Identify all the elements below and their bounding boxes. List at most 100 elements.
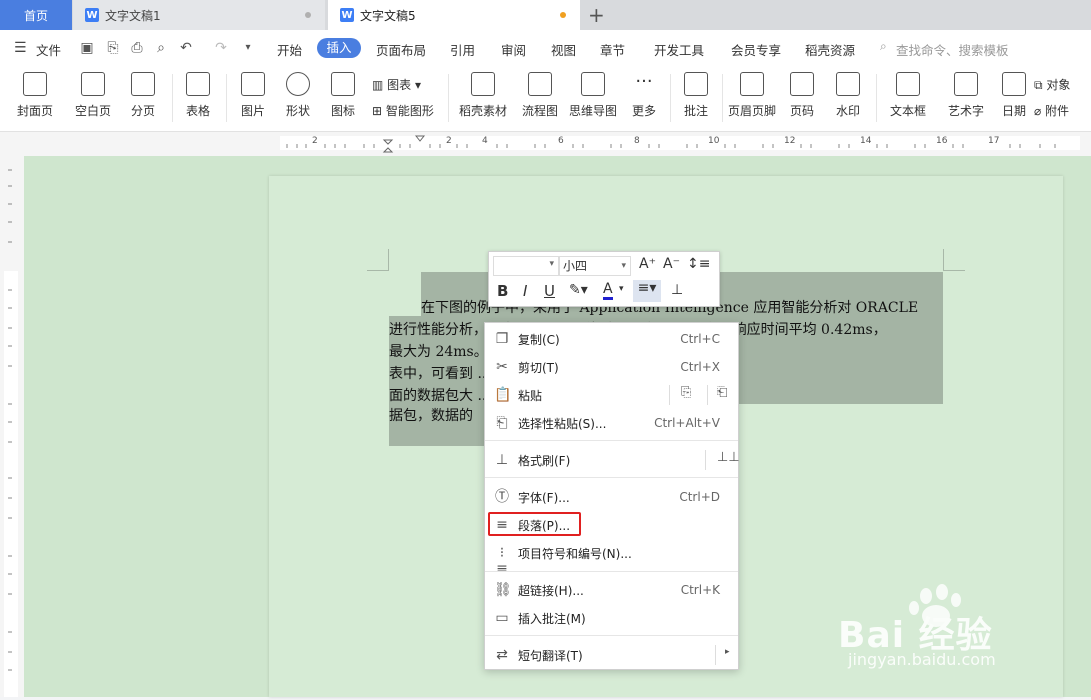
vertical-ruler[interactable] xyxy=(0,156,24,697)
page-number-button[interactable]: 页码 xyxy=(784,68,820,132)
format-painter-icon[interactable]: ⊥ xyxy=(671,282,683,298)
undo-icon[interactable]: ↶ xyxy=(177,39,195,57)
print-icon[interactable]: ⎙ xyxy=(128,39,146,57)
ruler-label: 12 xyxy=(784,136,796,146)
picture-button[interactable]: 图片 xyxy=(232,68,274,132)
context-menu: ❐ 复制(C) Ctrl+C ✂ 剪切(T) Ctrl+X 📋 粘贴 ⎘ ⎗ ⎗ 选择性粘贴… xyxy=(484,322,740,670)
link-icon: ⛓ xyxy=(494,582,512,598)
bold-icon[interactable]: B xyxy=(497,282,508,300)
chevron-right-icon[interactable]: ▸ xyxy=(725,647,730,657)
more-button[interactable]: ··· 更多 xyxy=(624,68,664,132)
align-icon[interactable]: ≡▾ xyxy=(633,280,661,302)
ruler-ticks xyxy=(280,135,1080,153)
menu-item-paste-special[interactable]: ⎗ 选择性粘贴(S)... Ctrl+Alt+V xyxy=(485,409,738,437)
menu-item-shortcut: Ctrl+X xyxy=(680,360,720,374)
customize-chevron-icon[interactable]: ▾ xyxy=(239,39,257,57)
watermark-button[interactable]: 水印 xyxy=(828,68,868,132)
table-button[interactable]: 表格 xyxy=(178,68,218,132)
shape-button[interactable]: 形状 xyxy=(278,68,318,132)
shrink-font-icon[interactable]: A⁻ xyxy=(663,256,680,272)
shape-icon xyxy=(286,72,310,96)
export-icon[interactable]: ⎘ xyxy=(104,39,122,57)
menu-item-copy[interactable]: ❐ 复制(C) Ctrl+C xyxy=(485,325,738,353)
object-button[interactable]: ⧉ 对象 xyxy=(1034,76,1070,93)
paste-keep-format-icon[interactable]: ⎘ xyxy=(681,385,691,400)
menu-layout[interactable]: 页面布局 xyxy=(376,40,426,59)
icon-library-label: 图标 xyxy=(330,104,355,118)
chart-button[interactable]: ▥ 图表 ▾ xyxy=(372,76,421,93)
attachment-label: 附件 xyxy=(1045,104,1070,118)
menu-item-translate[interactable]: ⇄ 短句翻译(T) ▸ xyxy=(485,641,738,669)
highlight-icon[interactable]: ✎▾ xyxy=(569,282,588,298)
tab-home[interactable]: 首页 xyxy=(0,0,72,30)
grow-font-icon[interactable]: A⁺ xyxy=(639,256,656,272)
date-button[interactable]: 日期 xyxy=(998,68,1030,132)
line-spacing-icon[interactable]: ↕≡ xyxy=(687,256,710,272)
menu-references[interactable]: 引用 xyxy=(450,40,475,59)
floating-format-toolbar: ▾ 小四 ▾ A⁺ A⁻ ↕≡ B I U ✎▾ A ▾ ≡▾ ⊥ xyxy=(488,251,720,307)
blank-page-icon xyxy=(81,72,105,96)
page-number-icon xyxy=(790,72,814,96)
menu-insert[interactable]: 插入 xyxy=(317,38,361,58)
picture-label: 图片 xyxy=(240,104,265,118)
page-break-button[interactable]: 分页 xyxy=(122,68,164,132)
menu-section[interactable]: 章节 xyxy=(600,40,625,59)
ruler-label: 14 xyxy=(860,136,872,146)
mindmap-button[interactable]: 思维导图 xyxy=(566,68,620,132)
blank-page-button[interactable]: 空白页 xyxy=(66,68,120,132)
paragraph-line[interactable]: 据包，数据的 xyxy=(389,405,473,425)
menu-item-bullets[interactable]: ⁝≡ 项目符号和编号(N)... xyxy=(485,539,738,577)
menu-item-label: 短句翻译(T) xyxy=(518,648,583,663)
blank-page-label: 空白页 xyxy=(74,104,111,118)
underline-icon[interactable]: U xyxy=(544,282,555,300)
unsaved-dot[interactable] xyxy=(560,12,566,18)
menu-item-format-painter[interactable]: ⊥ 格式刷(F) ⊥⊥ xyxy=(485,446,740,474)
ribbon-divider xyxy=(226,74,227,122)
horizontal-ruler[interactable]: 2 2 4 6 8 10 12 14 16 17 xyxy=(0,132,1091,156)
cover-page-label: 封面页 xyxy=(16,104,53,118)
docer-material-icon xyxy=(471,72,495,96)
menu-developer[interactable]: 开发工具 xyxy=(654,40,704,59)
menu-item-hyperlink[interactable]: ⛓ 超链接(H)... Ctrl+K xyxy=(485,576,738,604)
icon-library-button[interactable]: 图标 xyxy=(322,68,364,132)
new-tab-plus-icon[interactable]: + xyxy=(588,3,605,27)
attachment-button[interactable]: ⌀ 附件 xyxy=(1034,102,1069,119)
menu-item-insert-comment[interactable]: ▭ 插入批注(M) xyxy=(485,604,738,632)
menu-item-font[interactable]: Ⓣ 字体(F)... Ctrl+D xyxy=(485,483,738,511)
menu-item-cut[interactable]: ✂ 剪切(T) Ctrl+X xyxy=(485,353,738,381)
comment-button[interactable]: 批注 xyxy=(676,68,716,132)
menu-view[interactable]: 视图 xyxy=(551,40,576,59)
tab-doc1[interactable]: W 文字文稿1 xyxy=(73,0,325,30)
format-painter-multi-icon[interactable]: ⊥⊥ xyxy=(717,450,740,465)
flowchart-button[interactable]: 流程图 xyxy=(518,68,562,132)
tab-doc5[interactable]: W 文字文稿5 xyxy=(328,0,580,30)
menu-review[interactable]: 审阅 xyxy=(501,40,526,59)
menu-item-shortcut: Ctrl+D xyxy=(679,490,720,504)
hamburger-icon[interactable]: ☰ xyxy=(14,40,27,56)
menu-docer[interactable]: 稻壳资源 xyxy=(805,40,855,59)
cover-page-button[interactable]: 封面页 xyxy=(8,68,62,132)
search-input[interactable]: 查找命令、搜索模板 xyxy=(896,40,1009,59)
redo-icon[interactable]: ↷ xyxy=(212,39,230,57)
menu-start[interactable]: 开始 xyxy=(277,40,302,59)
object-label: 对象 xyxy=(1046,78,1071,92)
font-size-select[interactable]: 小四 ▾ xyxy=(559,256,631,276)
menu-file[interactable]: 文件 xyxy=(36,40,61,59)
docer-material-button[interactable]: 稻壳素材 xyxy=(456,68,510,132)
menu-member[interactable]: 会员专享 xyxy=(731,40,781,59)
header-footer-button[interactable]: 页眉页脚 xyxy=(724,68,780,132)
font-color-icon[interactable]: A xyxy=(603,282,613,300)
paragraph-highlight-box xyxy=(488,512,581,536)
textbox-button[interactable]: 文本框 xyxy=(882,68,934,132)
menu-divider xyxy=(715,645,716,665)
wordart-button[interactable]: 艺术字 xyxy=(940,68,992,132)
preview-icon[interactable]: ⌕ xyxy=(152,39,170,57)
smartart-button[interactable]: ⊞ 智能图形 xyxy=(372,102,434,119)
font-name-select[interactable]: ▾ xyxy=(493,256,559,276)
italic-icon[interactable]: I xyxy=(523,282,527,300)
paste-text-only-icon[interactable]: ⎗ xyxy=(717,385,727,400)
menu-item-paste[interactable]: 📋 粘贴 ⎘ ⎗ xyxy=(485,381,738,409)
copy-icon: ❐ xyxy=(495,331,509,347)
save-icon[interactable]: ▣ xyxy=(78,39,96,57)
tab-close-dot[interactable] xyxy=(305,12,311,18)
